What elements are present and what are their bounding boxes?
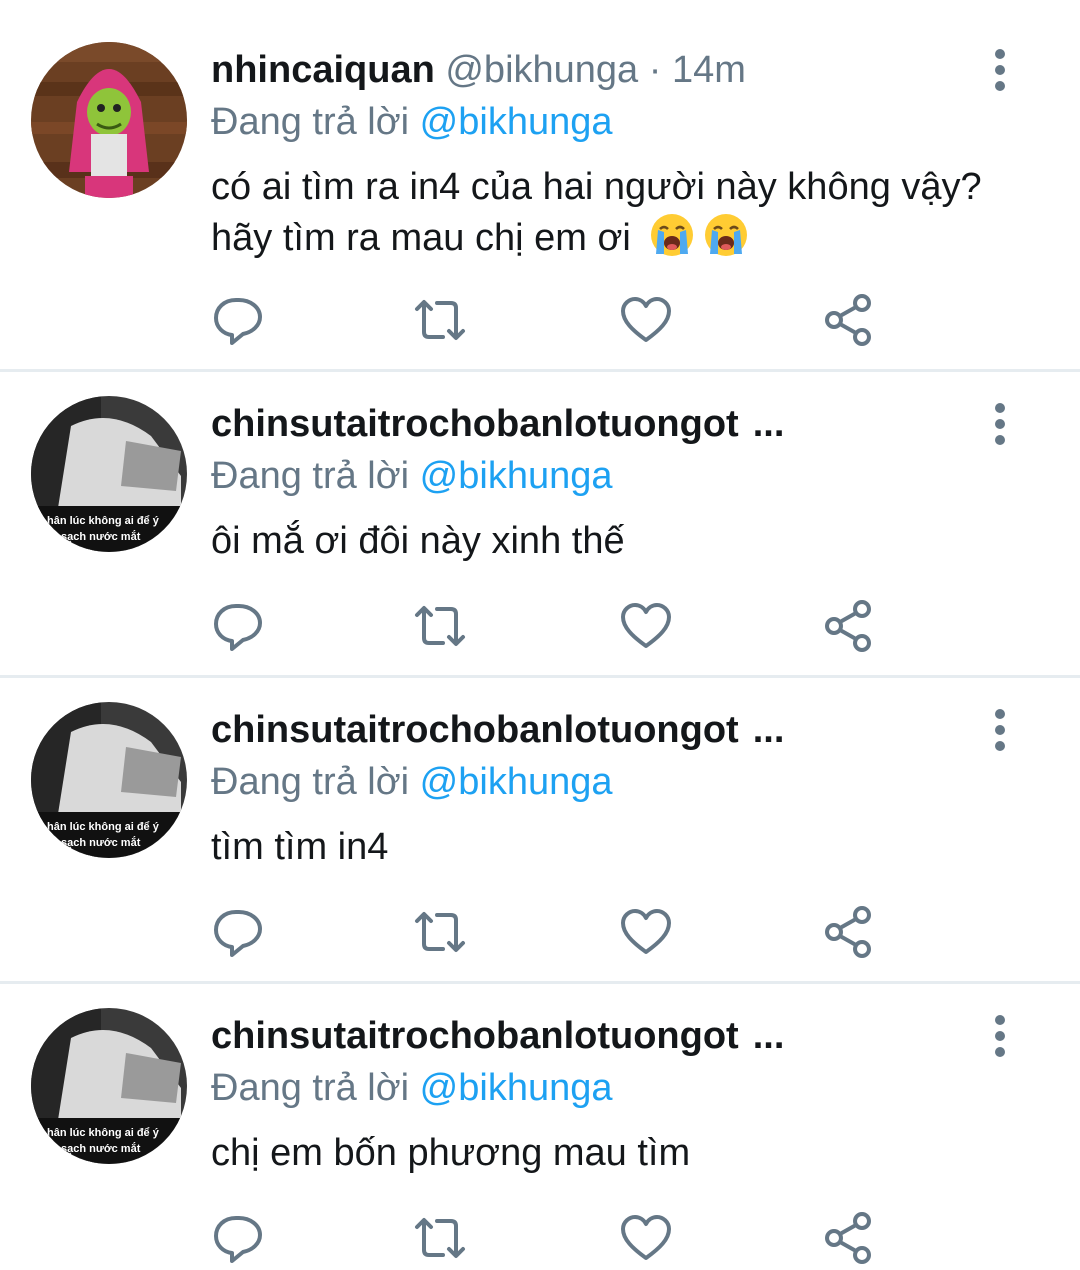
like-button[interactable] (618, 598, 674, 654)
retweet-icon (412, 292, 468, 348)
replying-to-label: Đang trả lời (211, 1067, 410, 1109)
crying-face-icon (649, 212, 695, 258)
avatar-caption-line-1: hân lúc không ai để ý (47, 515, 160, 527)
retweet-icon (412, 904, 468, 960)
heart-icon (618, 292, 674, 348)
share-icon (822, 904, 878, 960)
heart-icon (618, 598, 674, 654)
separator-dot: · (648, 49, 662, 91)
more-vertical-icon (980, 48, 1020, 92)
tweet-header: chinsutaitrochobanlotuongot... (211, 704, 784, 756)
like-button[interactable] (618, 292, 674, 348)
retweet-button[interactable] (412, 1210, 468, 1266)
name-truncation: ... (752, 709, 785, 751)
avatar-caption-line-2: sạch nước mắt (61, 836, 141, 849)
heart-icon (618, 904, 674, 960)
display-name[interactable]: chinsutaitrochobanlotuongot (211, 709, 739, 751)
like-button[interactable] (618, 1210, 674, 1266)
more-options-button[interactable] (980, 708, 1020, 752)
avatar-caption-line-2: sạch nước mắt (61, 1142, 141, 1155)
tweet-text-content: có ai tìm ra in4 của hai người này không… (211, 166, 982, 259)
tweet-header: nhincaiquan @bikhunga · 14m (211, 44, 746, 96)
share-icon (822, 1210, 878, 1266)
tweet-header: chinsutaitrochobanlotuongot... (211, 1010, 784, 1062)
retweet-icon (412, 598, 468, 654)
share-icon (822, 292, 878, 348)
more-options-button[interactable] (980, 1014, 1020, 1058)
reply-icon (210, 292, 266, 348)
reply-icon (210, 598, 266, 654)
share-button[interactable] (822, 598, 878, 654)
share-icon (822, 598, 878, 654)
tweet-4[interactable]: hân lúc không ai để ý sạch nước mắt chin… (0, 984, 1080, 1269)
reply-mention[interactable]: @bikhunga (420, 455, 613, 497)
user-handle[interactable]: @bikhunga (445, 49, 638, 91)
tweet-2[interactable]: hân lúc không ai để ý sạch nước mắt chin… (0, 372, 1080, 678)
action-bar (0, 904, 1080, 964)
share-button[interactable] (822, 292, 878, 348)
more-vertical-icon (980, 1014, 1020, 1058)
more-vertical-icon (980, 402, 1020, 446)
reply-button[interactable] (210, 904, 266, 960)
reply-icon (210, 1210, 266, 1266)
tweet-text: chị em bốn phương mau tìm (211, 1132, 691, 1174)
avatar[interactable]: hân lúc không ai để ý sạch nước mắt (31, 1008, 187, 1164)
replying-to: Đang trả lời @bikhunga (211, 450, 613, 502)
name-truncation: ... (752, 403, 785, 445)
like-button[interactable] (618, 904, 674, 960)
avatar-caption-line-1: hân lúc không ai để ý (47, 1127, 160, 1139)
reply-mention[interactable]: @bikhunga (420, 761, 613, 803)
tweet-text: có ai tìm ra in4 của hai người này không… (211, 162, 1011, 263)
more-vertical-icon (980, 708, 1020, 752)
share-button[interactable] (822, 904, 878, 960)
tweet-text: ôi mắ ơi đôi này xinh thế (211, 520, 625, 562)
reply-button[interactable] (210, 292, 266, 348)
retweet-button[interactable] (412, 598, 468, 654)
retweet-icon (412, 1210, 468, 1266)
tweet-3[interactable]: hân lúc không ai để ý sạch nước mắt chin… (0, 678, 1080, 984)
avatar-caption-line-2: sạch nước mắt (61, 530, 141, 543)
share-button[interactable] (822, 1210, 878, 1266)
display-name[interactable]: chinsutaitrochobanlotuongot (211, 1015, 739, 1057)
tweet-1[interactable]: nhincaiquan @bikhunga · 14m Đang trả lời… (0, 0, 1080, 372)
avatar[interactable]: hân lúc không ai để ý sạch nước mắt (31, 702, 187, 858)
retweet-button[interactable] (412, 904, 468, 960)
replying-to-label: Đang trả lời (211, 761, 410, 803)
replying-to-label: Đang trả lời (211, 101, 410, 143)
tweet-text: tìm tìm in4 (211, 826, 389, 868)
reply-button[interactable] (210, 1210, 266, 1266)
retweet-button[interactable] (412, 292, 468, 348)
tweet-header: chinsutaitrochobanlotuongot... (211, 398, 784, 450)
display-name[interactable]: nhincaiquan (211, 49, 435, 91)
action-bar (0, 292, 1080, 352)
heart-icon (618, 1210, 674, 1266)
more-options-button[interactable] (980, 402, 1020, 446)
replying-to: Đang trả lời @bikhunga (211, 96, 613, 148)
reply-button[interactable] (210, 598, 266, 654)
avatar-caption-line-1: hân lúc không ai để ý (47, 821, 160, 833)
avatar[interactable] (31, 42, 187, 198)
replying-to-label: Đang trả lời (211, 455, 410, 497)
reply-icon (210, 904, 266, 960)
replying-to: Đang trả lời @bikhunga (211, 756, 613, 808)
more-options-button[interactable] (980, 48, 1020, 92)
avatar[interactable]: hân lúc không ai để ý sạch nước mắt (31, 396, 187, 552)
display-name[interactable]: chinsutaitrochobanlotuongot (211, 403, 739, 445)
action-bar (0, 1210, 1080, 1270)
replying-to: Đang trả lời @bikhunga (211, 1062, 613, 1114)
reply-mention[interactable]: @bikhunga (420, 1067, 613, 1109)
crying-face-icon (703, 212, 749, 258)
action-bar (0, 598, 1080, 658)
name-truncation: ... (752, 1015, 785, 1057)
timestamp[interactable]: 14m (672, 49, 746, 91)
reply-mention[interactable]: @bikhunga (420, 101, 613, 143)
